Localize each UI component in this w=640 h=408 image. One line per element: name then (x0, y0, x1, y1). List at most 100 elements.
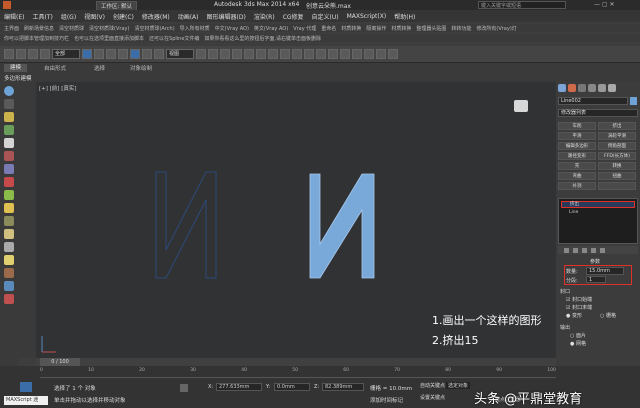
tube-icon[interactable] (4, 216, 14, 226)
spinner-snap-icon[interactable] (256, 49, 266, 59)
modifier-button-1-0[interactable]: 平滑 (558, 132, 596, 140)
shortcut-button-1[interactable]: 刷新场景信息 (24, 25, 54, 32)
modifier-button-3-0[interactable]: 路径变形 (558, 152, 596, 160)
selected-dropdown[interactable]: 选定对象 (446, 382, 471, 389)
shortcut-button-7[interactable]: 英文(Vray AO) (254, 25, 288, 32)
menu-item-9[interactable]: CG修复 (283, 12, 304, 21)
amount-input[interactable]: 15.0mm (586, 267, 624, 275)
menu-item-2[interactable]: 组(G) (61, 12, 76, 21)
make-unique-icon[interactable] (582, 247, 587, 253)
window-crossing-icon[interactable] (118, 49, 128, 59)
modifier-button-0-1[interactable]: 挤出 (598, 122, 636, 130)
shortcut-hint-3[interactable]: 如果你看看这么里的按钮后字面,请右键单击面板删除 (204, 35, 321, 42)
shortcut-button-13[interactable]: 整理器头贴图 (416, 25, 446, 32)
selection-filter-dropdown[interactable]: 全部 (52, 49, 80, 59)
select-by-name-icon[interactable] (94, 49, 104, 59)
render-icon[interactable] (388, 49, 398, 59)
menu-item-1[interactable]: 工具(T) (32, 12, 52, 21)
x-coordinate[interactable]: 277.633mm (216, 383, 262, 391)
menu-item-10[interactable]: 自定义(U) (312, 12, 339, 21)
camera-icon[interactable] (4, 151, 14, 161)
ribbon-tab-modeling[interactable]: 建模 (4, 64, 28, 72)
display-tab-icon[interactable] (598, 84, 606, 92)
time-tick-4[interactable]: 40 (241, 368, 247, 377)
time-ruler[interactable]: 0 10 20 30 40 50 60 70 80 90 100 (40, 368, 556, 378)
modifier-button-4-0[interactable]: 壳 (558, 162, 596, 170)
cylinder-icon[interactable] (4, 125, 14, 135)
time-tick-8[interactable]: 80 (445, 368, 451, 377)
pivot-icon[interactable] (196, 49, 206, 59)
undo-icon[interactable] (4, 49, 14, 59)
menu-item-4[interactable]: 创建(C) (113, 12, 134, 21)
shortcut-button-5[interactable]: 导入所有材质 (180, 25, 210, 32)
time-tick-2[interactable]: 20 (139, 368, 145, 377)
menu-item-7[interactable]: 图形编辑器(D) (207, 12, 246, 21)
modifier-button-2-1[interactable]: 倒角剖面 (598, 142, 636, 150)
stack-item-extrude[interactable]: 挤出 (561, 201, 635, 208)
patch-radio[interactable]: ○ 面片 (570, 332, 586, 339)
extruded-shape[interactable] (309, 173, 375, 279)
plane-icon[interactable] (4, 190, 14, 200)
light-icon[interactable] (4, 112, 14, 122)
time-tick-9[interactable]: 90 (496, 368, 502, 377)
sphere-icon[interactable] (4, 86, 14, 96)
modify-tab-icon[interactable] (568, 84, 576, 92)
named-selection-icon[interactable] (268, 49, 278, 59)
rect-select-icon[interactable] (106, 49, 116, 59)
time-tick-1[interactable]: 10 (88, 368, 94, 377)
modifier-button-6-0[interactable]: 补洞 (558, 182, 596, 190)
menu-item-12[interactable]: 帮助(H) (394, 12, 415, 21)
sun-icon[interactable] (4, 255, 14, 265)
teapot-icon[interactable] (4, 138, 14, 148)
time-slider[interactable]: 0 / 100 (40, 358, 80, 366)
menu-item-0[interactable]: 编辑(E) (4, 12, 24, 21)
scale-icon[interactable] (154, 49, 164, 59)
modifier-stack[interactable]: 挤出 Line (558, 198, 638, 244)
utilities-tab-icon[interactable] (608, 84, 616, 92)
time-tick-7[interactable]: 70 (394, 368, 400, 377)
hierarchy-tab-icon[interactable] (578, 84, 586, 92)
shortcut-hint-0[interactable]: 你可以把脚本管理加到技巧栏 (4, 35, 69, 42)
link-icon[interactable] (28, 49, 38, 59)
pin-stack-icon[interactable] (564, 247, 569, 253)
rotate-icon[interactable] (142, 49, 152, 59)
ribbon-tab-selection[interactable]: 选择 (94, 64, 105, 72)
shortcut-button-3[interactable]: 清空材质球(Vray) (89, 25, 129, 32)
helper-icon[interactable] (4, 164, 14, 174)
percent-snap-icon[interactable] (244, 49, 254, 59)
align-icon[interactable] (292, 49, 302, 59)
shortcut-button-11[interactable]: 隔离操作 (366, 25, 386, 32)
shortcut-button-2[interactable]: 清空材质球 (59, 25, 84, 32)
redo-icon[interactable] (16, 49, 26, 59)
material-editor-icon[interactable] (352, 49, 362, 59)
time-tick-10[interactable]: 100 (547, 368, 556, 377)
menu-item-11[interactable]: MAXScript(X) (347, 13, 387, 20)
search-input[interactable]: 键入关键字或短语 (478, 1, 566, 9)
maxscript-listener[interactable]: MAXScript 迷 (4, 396, 48, 405)
modifier-button-5-0[interactable]: 弯曲 (558, 172, 596, 180)
shortcut-button-12[interactable]: 材质转换 (391, 25, 411, 32)
shortcut-button-8[interactable]: Vray 代理 (293, 25, 316, 32)
modifier-button-2-0[interactable]: 编辑多边形 (558, 142, 596, 150)
show-end-result-icon[interactable] (573, 247, 578, 253)
cap-end-checkbox[interactable]: ☑ 封口末端 (566, 304, 592, 311)
torus-icon[interactable] (4, 229, 14, 239)
move-icon[interactable] (130, 49, 140, 59)
modifier-button-4-1[interactable]: 转换 (598, 162, 636, 170)
select-icon[interactable] (82, 49, 92, 59)
menu-item-3[interactable]: 视图(V) (84, 12, 105, 21)
mirror-icon[interactable] (280, 49, 290, 59)
object-color-swatch[interactable] (630, 97, 637, 105)
cone-icon[interactable] (4, 242, 14, 252)
time-tick-6[interactable]: 60 (343, 368, 349, 377)
time-tick-0[interactable]: 0 (40, 368, 43, 377)
snap-icon[interactable] (220, 49, 230, 59)
shortcut-button-15[interactable]: 修改所有(Vray)灯 (476, 25, 516, 32)
shortcut-button-9[interactable]: 重命名 (321, 25, 336, 32)
modifier-button-3-1[interactable]: FFD(长方体) (598, 152, 636, 160)
schematic-view-icon[interactable] (340, 49, 350, 59)
morph-radio[interactable]: ● 变形 (566, 312, 582, 319)
shortcut-button-6[interactable]: 中文(Vray AO) (215, 25, 249, 32)
grid-radio[interactable]: ○ 栅格 (600, 312, 616, 319)
cap-start-checkbox[interactable]: ☑ 封口始端 (566, 296, 592, 303)
